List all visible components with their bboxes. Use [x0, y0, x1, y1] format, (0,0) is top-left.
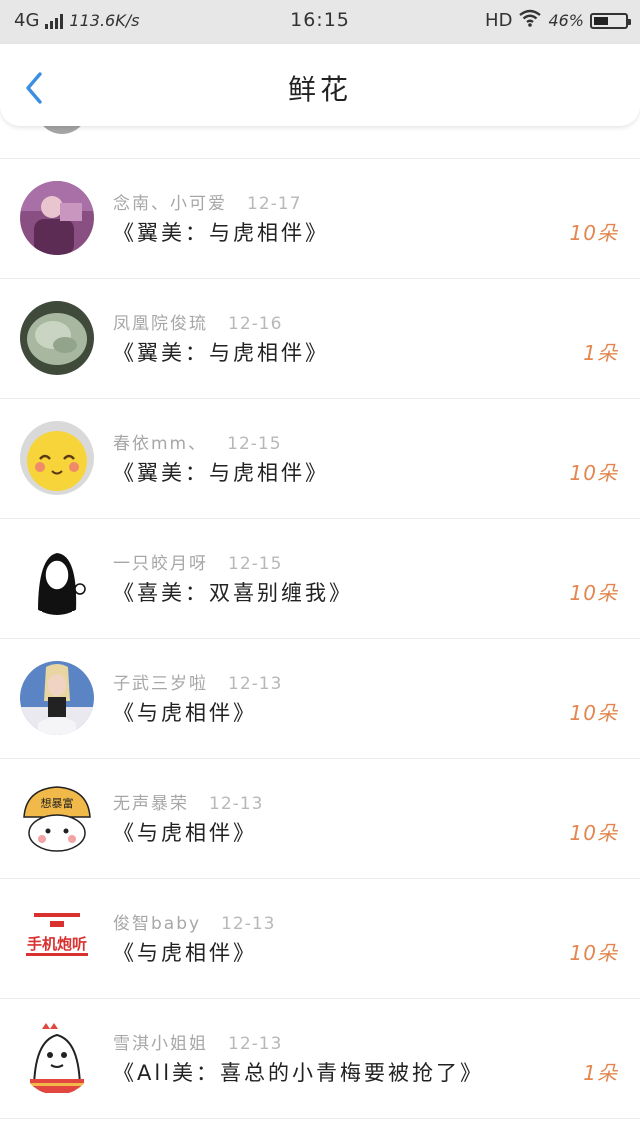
- record-meta: 一只皎月呀 12-15: [113, 549, 282, 574]
- avatar[interactable]: [20, 181, 94, 255]
- list-item[interactable]: 一只皎月呀 12-15 《喜美：双喜别缠我》 10朵: [0, 519, 640, 639]
- record-date: 12-17: [247, 194, 302, 214]
- flower-record-list: 念南、小可爱 12-17 《翼美：与虎相伴》 10朵 凤凰院俊琉 12-16 《翼美…: [0, 96, 640, 1119]
- record-date: 12-13: [228, 674, 283, 694]
- record-meta: 念南、小可爱 12-17: [113, 189, 301, 214]
- gift-title: 《与虎相伴》: [113, 941, 257, 965]
- gift-title: 《喜美：双喜别缠我》: [113, 581, 353, 605]
- record-meta: 俊智baby 12-13: [113, 909, 275, 934]
- user-name[interactable]: 凤凰院俊琉: [113, 314, 208, 334]
- record-meta: 无声暴荣 12-13: [113, 789, 263, 814]
- avatar[interactable]: [20, 421, 94, 495]
- gift-title: 《翼美：与虎相伴》: [113, 341, 329, 365]
- avatar[interactable]: 想暴富: [20, 781, 94, 855]
- flower-count: 10朵: [569, 461, 618, 485]
- record-date: 12-15: [227, 434, 282, 454]
- flower-count: 1朵: [583, 341, 618, 365]
- user-name[interactable]: 子武三岁啦: [113, 674, 208, 694]
- list-item[interactable]: 手机炮听 俊智baby 12-13 《与虎相伴》 10朵: [0, 879, 640, 999]
- flower-count: 10朵: [569, 701, 618, 725]
- battery-percent: 46%: [548, 11, 584, 30]
- record-date: 12-13: [209, 794, 264, 814]
- user-name[interactable]: 春依mm、: [113, 434, 207, 454]
- flower-count: 10朵: [569, 821, 618, 845]
- gift-title: 《All美：喜总的小青梅要被抢了》: [113, 1061, 485, 1085]
- list-item-partial[interactable]: [0, 96, 640, 159]
- list-item[interactable]: 雪淇小姐姐 12-13 《All美：喜总的小青梅要被抢了》 1朵: [0, 999, 640, 1119]
- list-item[interactable]: 子武三岁啦 12-13 《与虎相伴》 10朵: [0, 639, 640, 759]
- record-date: 12-15: [228, 554, 283, 574]
- record-date: 12-13: [221, 914, 276, 934]
- flower-count: 10朵: [569, 941, 618, 965]
- gift-title: 《与虎相伴》: [113, 701, 257, 725]
- flower-count: 1朵: [583, 1061, 618, 1085]
- avatar[interactable]: [20, 1021, 94, 1095]
- avatar[interactable]: [20, 541, 94, 615]
- record-meta: 凤凰院俊琉 12-16: [113, 309, 282, 334]
- record-meta: 雪淇小姐姐 12-13: [113, 1029, 282, 1054]
- user-name[interactable]: 一只皎月呀: [113, 554, 208, 574]
- battery-icon: [590, 12, 631, 29]
- list-item[interactable]: 想暴富 无声暴荣 12-13 《与虎相伴》 10朵: [0, 759, 640, 879]
- list-item[interactable]: 春依mm、 12-15 《翼美：与虎相伴》 10朵: [0, 399, 640, 519]
- user-name[interactable]: 俊智baby: [113, 914, 201, 934]
- flower-count: 10朵: [569, 221, 618, 245]
- gift-title: 《翼美：与虎相伴》: [113, 461, 329, 485]
- record-date: 12-16: [228, 314, 283, 334]
- flower-count: 10朵: [569, 581, 618, 605]
- list-item[interactable]: 念南、小可爱 12-17 《翼美：与虎相伴》 10朵: [0, 159, 640, 279]
- user-name[interactable]: 念南、小可爱: [113, 194, 227, 214]
- gift-title: 《与虎相伴》: [113, 821, 257, 845]
- avatar[interactable]: 手机炮听: [20, 901, 94, 975]
- record-meta: 子武三岁啦 12-13: [113, 669, 282, 694]
- wifi-icon: [518, 9, 542, 32]
- avatar[interactable]: [20, 661, 94, 735]
- gift-title: 《翼美：与虎相伴》: [113, 221, 329, 245]
- user-name[interactable]: 雪淇小姐姐: [113, 1034, 208, 1054]
- record-meta: 春依mm、 12-15: [113, 429, 282, 454]
- user-name[interactable]: 无声暴荣: [113, 794, 189, 814]
- record-date: 12-13: [228, 1034, 283, 1054]
- status-bar: 4G 113.6K/s 16:15 HD 46%: [0, 0, 640, 44]
- page-title: 鲜花: [287, 73, 352, 106]
- list-item[interactable]: 凤凰院俊琉 12-16 《翼美：与虎相伴》 1朵: [0, 279, 640, 399]
- logo-text: 手机炮听: [27, 935, 87, 953]
- nav-header: 鲜花: [0, 44, 640, 126]
- status-right: HD 46%: [485, 9, 631, 32]
- avatar[interactable]: [20, 301, 94, 375]
- helmet-text: 想暴富: [41, 796, 74, 810]
- hd-label: HD: [485, 10, 513, 31]
